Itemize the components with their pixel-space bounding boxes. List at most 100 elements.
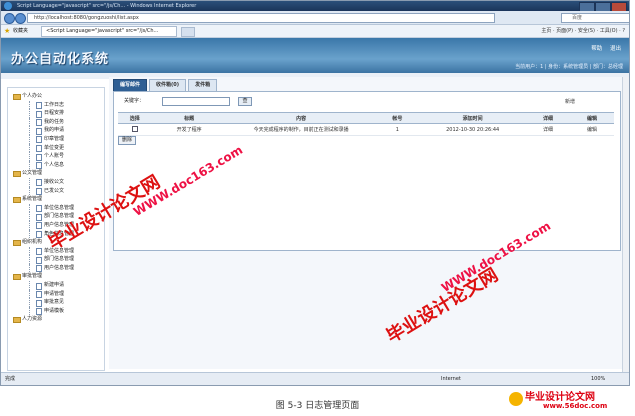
row-content: 今天完成程序的制作，目前正在测试和录播 [226,123,376,136]
sidebar-group[interactable]: 系统管理 [10,195,104,204]
page-icon [36,256,42,264]
sidebar-item-label: 接收公文 [44,178,65,185]
col-account: 帐号 [375,112,420,124]
page-icon [36,119,42,127]
add-link[interactable]: 新增 [565,98,575,105]
sidebar-item[interactable]: 日程安排 [10,109,104,118]
sidebar-item-label: 印章管理 [44,135,65,142]
page-icon [36,179,42,187]
row-title: 开发了程序 [151,123,227,136]
sidebar-group-label: 公文管理 [22,170,43,177]
page-icon [36,162,42,170]
sidebar-item[interactable]: 已发公文 [10,186,104,196]
sidebar-group-label: 个人办公 [22,93,43,99]
sidebar-group[interactable]: 个人办公 [10,92,104,101]
folder-icon [13,94,21,100]
sidebar-group-label: 系统管理 [22,196,43,203]
sidebar-group[interactable]: 人力资源 [10,315,104,324]
new-tab-button[interactable] [181,27,195,37]
help-link[interactable]: 帮助 [591,46,602,52]
keyword-input[interactable] [162,97,230,106]
status-bar: 完成 Internet 100% [1,372,629,385]
tree-line [29,246,30,256]
status-text: 完成 [5,376,16,382]
sidebar-group[interactable]: 审批管理 [10,272,104,281]
close-button[interactable] [611,2,627,11]
sidebar-item[interactable]: 申请模板 [10,306,104,316]
ie-icon [4,2,12,10]
forward-icon[interactable] [15,13,26,24]
sidebar-group[interactable]: 公文管理 [10,169,104,178]
sidebar-item-label: 新建申请 [44,282,65,289]
tree-line [29,134,30,144]
tree-line [29,263,30,273]
sidebar-item[interactable]: 用户信息管理 [10,263,104,273]
page-icon [36,127,42,135]
folder-icon [13,240,21,247]
sidebar-item[interactable]: 部门信息管理 [10,255,104,264]
search-row: 关键字： [124,96,144,106]
sidebar-item[interactable]: 印章管理 [10,134,104,144]
sidebar-item[interactable]: 申请管理 [10,289,104,299]
sidebar-item[interactable]: 个人信息 [10,160,104,170]
corner-logo-title: 毕业设计论文网 [525,392,595,403]
row-detail-link[interactable]: 详细 [526,123,570,136]
page-icon [36,265,42,273]
logout-link[interactable]: 退出 [610,46,621,52]
page-icon [36,282,42,290]
zoom-level[interactable]: 100% [591,373,605,385]
favorites-label[interactable]: 收藏夹 [13,25,28,37]
row-edit-link[interactable]: 编辑 [569,123,614,136]
sidebar-item[interactable]: 个人账号 [10,152,104,161]
page-icon [36,205,42,213]
find-button[interactable]: 查 [238,97,252,106]
sidebar-item-label: 我的申请 [44,127,65,134]
page-icon [36,291,42,299]
sidebar-item[interactable]: 新建申请 [10,281,104,290]
sidebar-item[interactable]: 接收公文 [10,177,104,187]
tree-line [29,126,30,135]
tree-line [29,298,30,307]
page-icon [36,188,42,196]
star-icon[interactable]: ★ [4,25,10,37]
sidebar-item[interactable]: 我的申请 [10,126,104,135]
sidebar-item-label: 用户信息管理 [44,264,75,271]
page-icon [36,213,42,221]
maximize-button[interactable] [595,2,611,11]
page-icon [36,308,42,316]
tree-line [29,117,30,127]
tree-line [29,212,30,221]
search-input[interactable]: 百度 [561,13,629,23]
sidebar-item-label: 个人信息 [44,161,65,168]
sidebar-item-label: 我的任务 [44,118,65,125]
sidebar-item-label: 申请管理 [44,290,65,297]
sidebar-item[interactable]: 单位变更 [10,143,104,153]
sidebar-item[interactable]: 我的任务 [10,117,104,127]
sidebar-group-label: 人力资源 [22,316,43,323]
tree-line [29,160,30,170]
row-account: 1 [375,123,420,136]
minimize-button[interactable] [579,2,595,11]
command-bar[interactable]: 主页 · 页面(P) · 安全(S) · 工具(O) · ? [541,25,625,37]
scrollbar[interactable] [622,77,629,373]
corner-logo: 毕业设计论文网 www.56doc.com [509,388,629,416]
sidebar-item-label: 日程安排 [44,110,65,117]
tree-line [29,177,30,187]
col-title: 标题 [151,112,227,124]
back-icon[interactable] [4,13,15,24]
favorites-bar: ★ 收藏夹 <Script Language="javascript" src=… [1,25,629,38]
user-info: 当前用户：1 | 身份：系统管理员 | 部门：总经理 [515,64,623,70]
sidebar-item[interactable]: 审批意见 [10,298,104,307]
sidebar-group-label: 审批管理 [22,273,43,280]
delete-button[interactable]: 删除 [118,136,137,145]
url-input[interactable]: http://localhost:8080/gongzuoshi/list.as… [27,13,495,23]
page-icon [36,222,42,230]
sidebar-item[interactable]: 工作日志 [10,100,104,110]
address-bar: http://localhost:8080/gongzuoshi/list.as… [1,11,629,25]
tree-line [29,289,30,299]
row-checkbox[interactable] [118,123,152,136]
sidebar-item-label: 个人账号 [44,153,65,160]
row-time: 2012-10-30 20:26:44 [419,123,527,136]
page-icon [36,248,42,256]
browser-tab[interactable]: <Script Language="javascript" src="/js/C… [41,26,177,37]
